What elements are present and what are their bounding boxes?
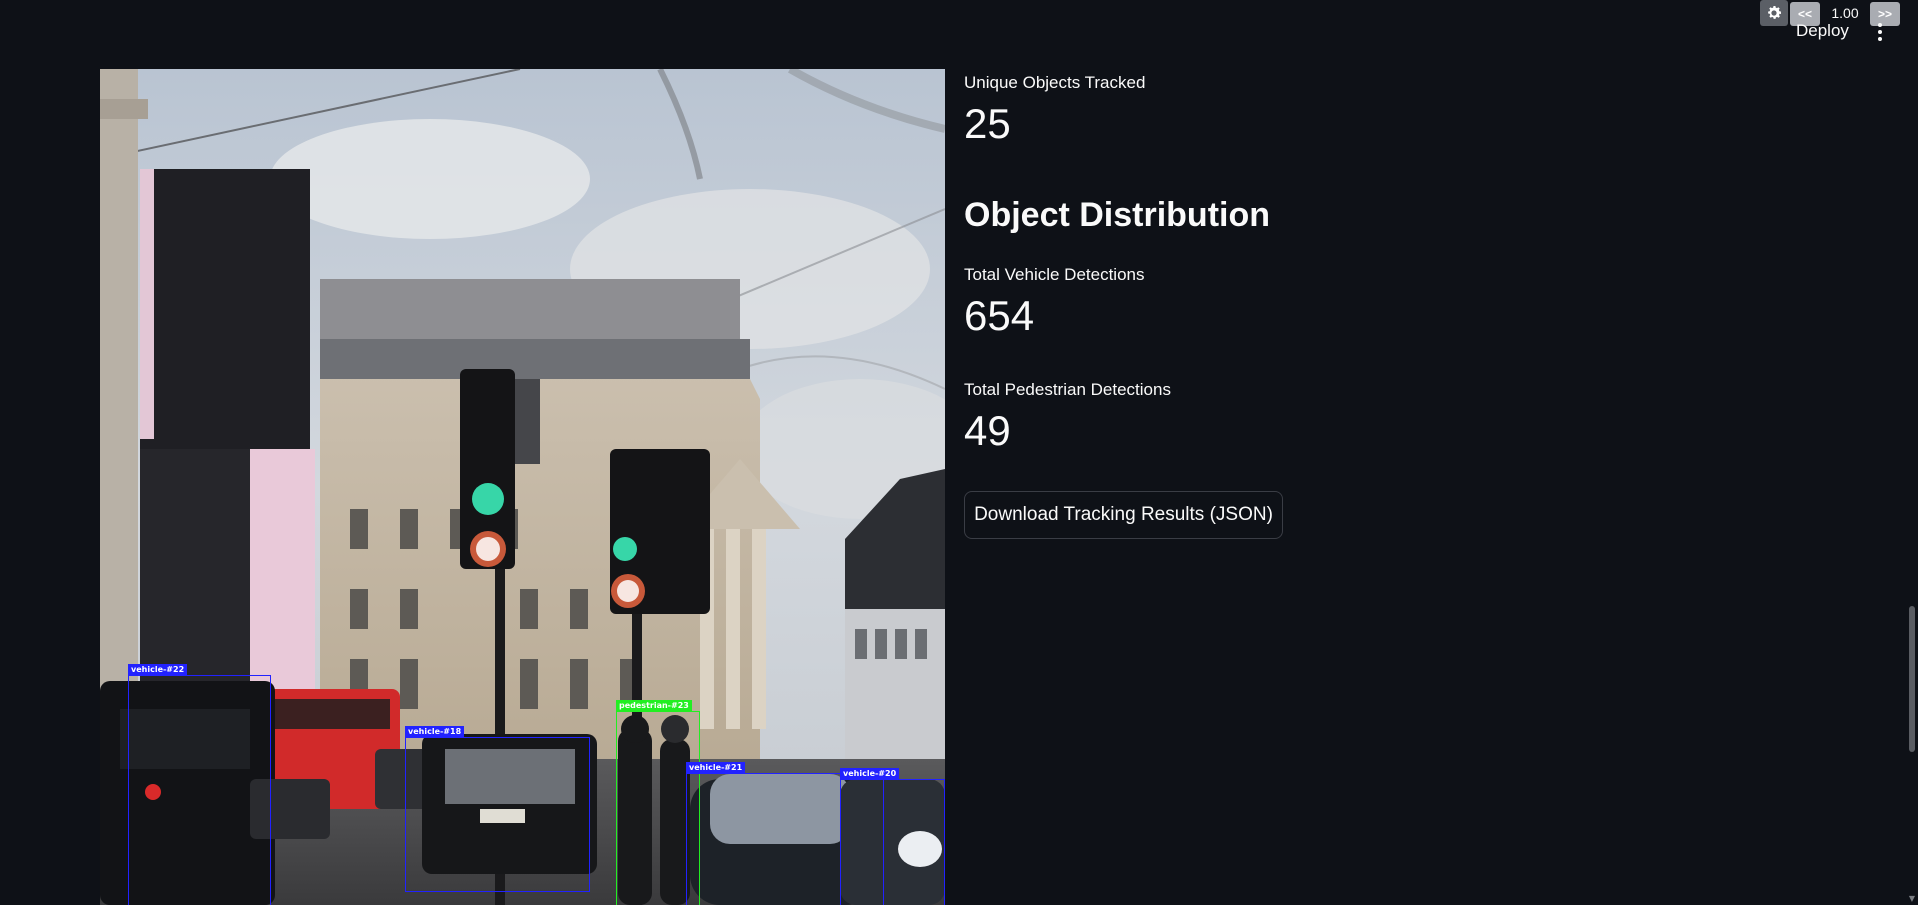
tracking-video-frame: vehicle-#22 vehicle-#18 pedestrian-#23 v… xyxy=(100,69,945,905)
detection-label: vehicle-#21 xyxy=(686,762,746,773)
detection-box-vehicle-22: vehicle-#22 xyxy=(128,664,271,905)
detection-label: vehicle-#20 xyxy=(840,768,900,779)
scrollbar-thumb[interactable] xyxy=(1909,606,1915,752)
download-json-button[interactable]: Download Tracking Results (JSON) xyxy=(964,491,1283,539)
kebab-menu-icon[interactable] xyxy=(1872,20,1888,44)
gear-icon xyxy=(1768,6,1782,19)
unique-objects-value: 25 xyxy=(964,100,1011,147)
deploy-button[interactable]: Deploy xyxy=(1796,21,1856,45)
page-scrollbar[interactable]: ▼ xyxy=(1906,0,1918,905)
vehicle-detections-value: 654 xyxy=(964,292,1035,339)
pedestrian-detections-label: Total Pedestrian Detections xyxy=(964,380,1171,399)
detection-box-vehicle-20: vehicle-#20 xyxy=(840,768,945,905)
detection-label: pedestrian-#23 xyxy=(616,700,692,711)
detection-box-vehicle-18: vehicle-#18 xyxy=(405,726,590,892)
scroll-down-arrow-icon[interactable]: ▼ xyxy=(1907,895,1917,903)
detection-label: vehicle-#22 xyxy=(128,664,188,675)
detection-label: vehicle-#18 xyxy=(405,726,465,737)
object-distribution-heading: Object Distribution xyxy=(964,196,1270,234)
vehicle-detections-label: Total Vehicle Detections xyxy=(964,265,1145,284)
settings-button[interactable] xyxy=(1760,0,1788,26)
pedestrian-detections-value: 49 xyxy=(964,407,1011,454)
unique-objects-label: Unique Objects Tracked xyxy=(964,73,1146,92)
